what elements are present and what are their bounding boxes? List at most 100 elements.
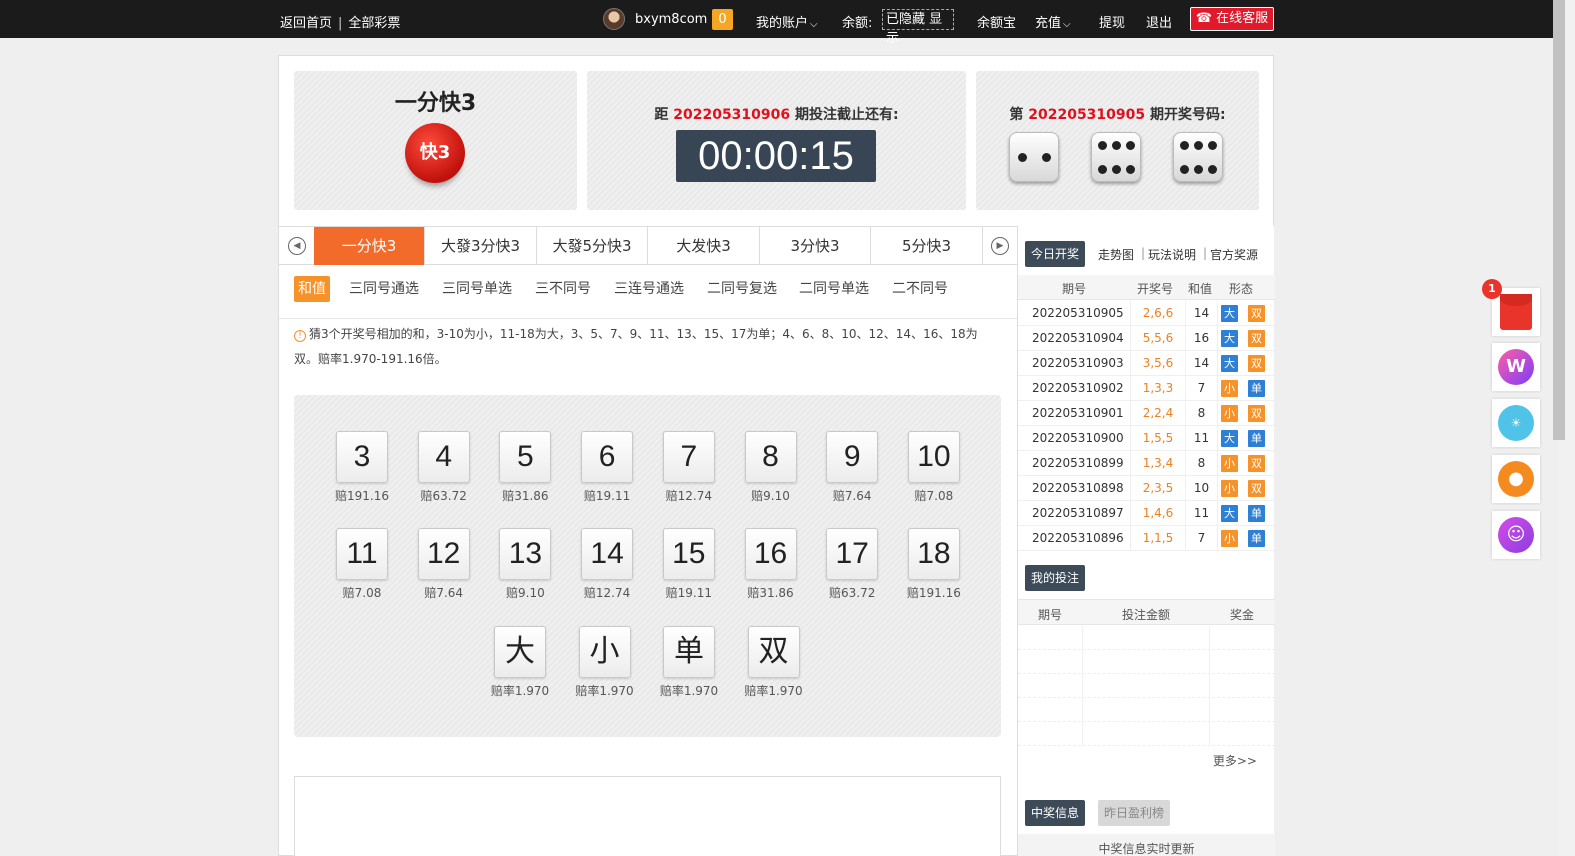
bet-grid-row xyxy=(1018,674,1275,698)
bet-option[interactable]: 7 赔12.74 xyxy=(662,431,716,504)
scrollbar-thumb[interactable] xyxy=(1553,0,1565,440)
play-type-tab[interactable]: 和值 xyxy=(294,276,330,302)
bet-option[interactable]: 16 赔31.86 xyxy=(744,528,798,601)
size-tag: 大 xyxy=(1221,505,1238,522)
chat-bot-button[interactable]: ☺ xyxy=(1492,511,1540,559)
bet-grid-row xyxy=(1018,722,1275,746)
play-type-tab[interactable]: 三同号单选 xyxy=(442,276,512,302)
play-type-tab[interactable]: 二同号复选 xyxy=(707,276,777,302)
more-link[interactable]: 更多>> xyxy=(1213,752,1257,769)
balance-toggle[interactable]: 已隐藏 显示 xyxy=(882,9,954,46)
bet-option[interactable]: 9 赔7.64 xyxy=(825,431,879,504)
draws-table-header: 期号 开奖号 和值 形态 xyxy=(1018,275,1275,300)
play-type-tab[interactable]: 三连号通选 xyxy=(614,276,684,302)
notification-badge: 1 xyxy=(1482,279,1502,299)
yesterday-ranking-tab[interactable]: 昨日盈利榜 xyxy=(1098,800,1171,826)
draw-issue: 202205310896 xyxy=(1032,531,1124,545)
all-lottery-link[interactable]: 全部彩票 xyxy=(348,16,400,31)
size-tag: 小 xyxy=(1221,455,1238,472)
red-envelope-icon xyxy=(1500,294,1532,330)
tab-next-icon[interactable]: ▶ xyxy=(991,237,1009,255)
die-pip xyxy=(1112,165,1121,174)
game-tab[interactable]: 一分快3 xyxy=(314,227,425,265)
today-draws-tab[interactable]: 今日开奖 xyxy=(1025,241,1086,267)
draw-issue: 202205310899 xyxy=(1032,456,1124,470)
parity-tag: 双 xyxy=(1248,355,1265,372)
hot-button[interactable]: ☀ xyxy=(1492,399,1540,447)
yuebao-link[interactable]: 余额宝 xyxy=(977,12,1016,31)
online-service-button[interactable]: ☎ 在线客服 xyxy=(1190,7,1274,31)
bet-option[interactable]: 4 赔63.72 xyxy=(417,431,471,504)
w-app-button[interactable]: W xyxy=(1492,343,1540,391)
bet-grid-row xyxy=(1018,626,1275,650)
message-badge[interactable]: 0 xyxy=(712,9,733,30)
draw-issue: 202205310903 xyxy=(1032,356,1124,370)
bet-option[interactable]: 13 赔9.10 xyxy=(498,528,552,601)
avatar[interactable] xyxy=(603,8,625,30)
top-bar: 返回首页 | 全部彩票 bxym8com 0 我的账户 ⌵ 余额: 已隐藏 显示 余额… xyxy=(0,0,1558,46)
bet-option[interactable]: 11 赔7.08 xyxy=(335,528,389,601)
bet-option[interactable]: 18 赔191.16 xyxy=(907,528,961,601)
bet-option-value: 单 xyxy=(663,626,715,678)
game-tab[interactable]: 大发快3 xyxy=(649,227,760,265)
parity-tag: 单 xyxy=(1248,530,1265,547)
game-tab[interactable]: 大發5分快3 xyxy=(537,227,648,265)
draw-numbers: 3,5,6 xyxy=(1130,351,1186,375)
die-pip xyxy=(1112,141,1121,150)
bet-option[interactable]: 双赔率1.970 xyxy=(743,626,805,699)
bet-option[interactable]: 单赔率1.970 xyxy=(658,626,720,699)
bet-option[interactable]: 12 赔7.64 xyxy=(417,528,471,601)
die-pip xyxy=(1194,141,1203,150)
group-service-icon: ● xyxy=(1498,461,1534,497)
game-info-panel: 一分快3 快3 xyxy=(294,71,577,210)
draw-numbers: 1,5,5 xyxy=(1130,426,1186,450)
game-tab[interactable]: 5分快3 xyxy=(872,227,983,265)
info-icon: ! xyxy=(294,330,306,342)
logout-link[interactable]: 退出 xyxy=(1146,12,1172,31)
play-type-tab[interactable]: 二同号单选 xyxy=(799,276,869,302)
recharge-label: 充值 xyxy=(1035,16,1062,31)
size-tag: 大 xyxy=(1221,355,1238,372)
bet-option[interactable]: 3 赔191.16 xyxy=(335,431,389,504)
official-source-link[interactable]: 官方奖源 xyxy=(1210,246,1258,263)
bet-option[interactable]: 小赔率1.970 xyxy=(574,626,636,699)
play-type-tab[interactable]: 三同号通选 xyxy=(349,276,419,302)
rules-link[interactable]: 玩法说明 xyxy=(1148,246,1196,263)
bet-option-value: 4 xyxy=(417,431,470,483)
recharge-menu[interactable]: 充值 ⌵ xyxy=(1035,12,1071,31)
bet-option-value: 小 xyxy=(578,626,631,678)
bet-option-odds: 赔12.74 xyxy=(583,586,631,600)
rule-tip: ! 猜3个开奖号相加的和，3-10为小，11-18为大，3、5、7、9、11、13… xyxy=(294,322,1000,372)
tab-prev-icon[interactable]: ◀ xyxy=(288,237,306,255)
die xyxy=(1091,132,1141,182)
bet-option[interactable]: 14 赔12.74 xyxy=(580,528,634,601)
bet-option[interactable]: 大赔率1.970 xyxy=(489,626,551,699)
my-account-menu[interactable]: 我的账户 ⌵ xyxy=(756,12,818,31)
die xyxy=(1173,132,1223,182)
bet-options-panel: 3 赔191.16 4 赔63.72 5 赔31.86 6 赔19.11 7 赔12.74 8 赔9.… xyxy=(294,395,1001,737)
draw-row: 202205310905 2,6,6 14 大双 xyxy=(1018,301,1275,326)
play-type-tab[interactable]: 三不同号 xyxy=(535,276,591,302)
username[interactable]: bxym8com xyxy=(635,12,707,27)
withdraw-link[interactable]: 提现 xyxy=(1099,12,1125,31)
home-link[interactable]: 返回首页 xyxy=(280,16,332,31)
group-service-button[interactable]: ● xyxy=(1492,455,1540,503)
parity-tag: 单 xyxy=(1248,430,1265,447)
size-tag: 大 xyxy=(1221,330,1238,347)
bet-option[interactable]: 6 赔19.11 xyxy=(580,431,634,504)
win-info-tab[interactable]: 中奖信息 xyxy=(1025,800,1086,826)
game-tab[interactable]: 3分快3 xyxy=(760,227,871,265)
trend-link[interactable]: 走势图 xyxy=(1098,246,1134,263)
game-tab[interactable]: 大發3分快3 xyxy=(426,227,537,265)
w-app-icon: W xyxy=(1498,349,1534,385)
bet-option-odds: 赔9.10 xyxy=(751,489,790,503)
bet-option[interactable]: 17 赔63.72 xyxy=(825,528,879,601)
my-bets-tab[interactable]: 我的投注 xyxy=(1025,565,1086,591)
bet-option[interactable]: 5 赔31.86 xyxy=(498,431,552,504)
draw-row: 202205310896 1,1,5 7 小单 xyxy=(1018,526,1275,551)
bet-option[interactable]: 15 赔19.11 xyxy=(662,528,716,601)
bet-option-value: 11 xyxy=(336,528,388,580)
bet-option[interactable]: 8 赔9.10 xyxy=(744,431,798,504)
bet-option[interactable]: 10 赔7.08 xyxy=(907,431,961,504)
play-type-tab[interactable]: 二不同号 xyxy=(892,276,948,302)
